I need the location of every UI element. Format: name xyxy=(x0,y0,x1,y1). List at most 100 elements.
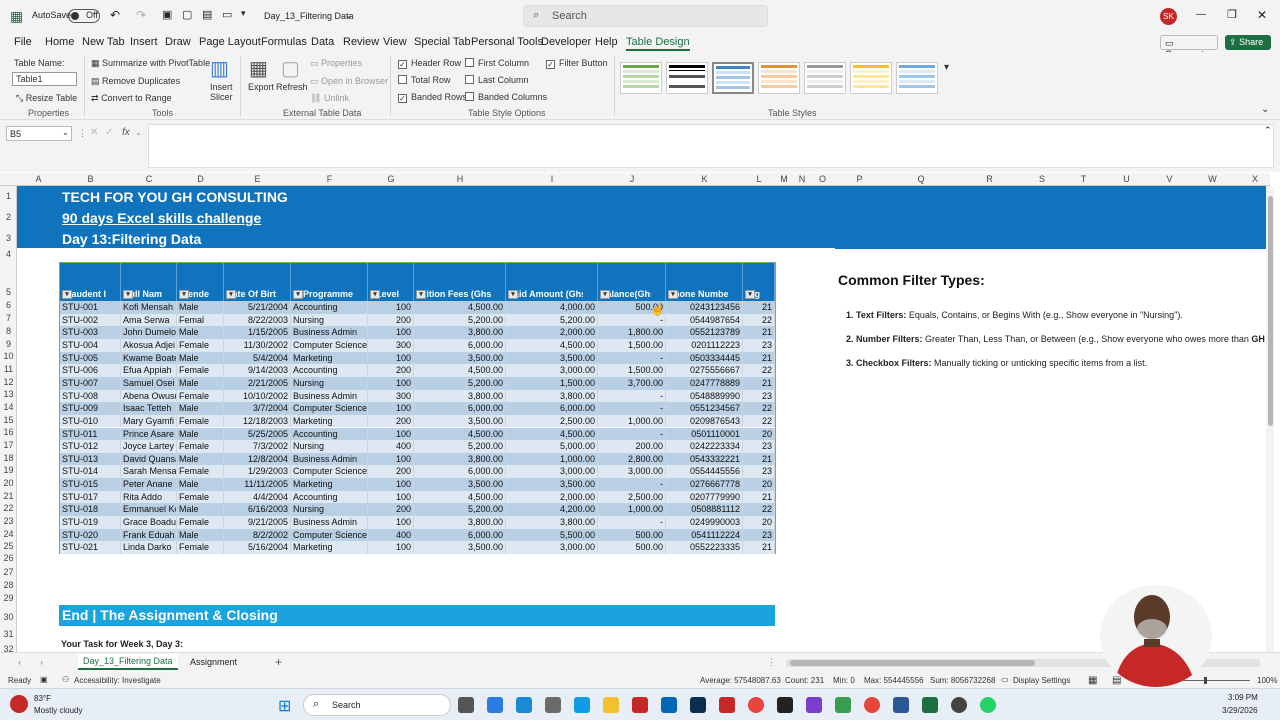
menu-table-design[interactable]: Table Design xyxy=(626,36,690,51)
table-cell[interactable]: Abena Owusu xyxy=(121,389,177,403)
table-cell[interactable]: Grace Boadu xyxy=(121,516,177,529)
table-cell[interactable]: 5,200.00 xyxy=(414,313,506,327)
table-row[interactable]: STU-013 David Quansa Male 12/8/2004 Business… xyxy=(60,452,775,466)
table-cell[interactable]: 1,500.00 xyxy=(506,376,598,390)
unlink-button[interactable]: ⛓ Unlink xyxy=(310,93,349,104)
table-cell[interactable]: 1/15/2005 xyxy=(224,326,291,339)
table-cell[interactable]: 0552223335 xyxy=(666,541,743,554)
table-cell[interactable]: 200 xyxy=(368,313,414,327)
table-cell[interactable]: 0552123789 xyxy=(666,326,743,339)
table-cell[interactable]: Male xyxy=(177,326,224,339)
table-cell[interactable]: 4,500.00 xyxy=(414,364,506,377)
refresh-button[interactable]: Refresh xyxy=(276,82,308,92)
search-input[interactable]: ⌕ Search xyxy=(523,5,768,27)
table-cell[interactable]: STU-006 xyxy=(60,364,121,377)
table-header-cell[interactable]: Programme ▾ xyxy=(291,263,368,301)
table-cell[interactable]: STU-010 xyxy=(60,414,121,428)
whatsapp-icon[interactable] xyxy=(980,697,996,713)
table-style-orange[interactable] xyxy=(758,62,800,94)
column-header-k[interactable]: K xyxy=(666,174,743,184)
table-cell[interactable]: Nursing xyxy=(291,376,368,390)
table-cell[interactable]: Nursing xyxy=(291,313,368,327)
table-cell[interactable]: 5/4/2004 xyxy=(224,351,291,365)
column-header-d[interactable]: D xyxy=(177,174,224,184)
row-header-8[interactable]: 8 xyxy=(0,326,17,336)
table-cell[interactable]: Accounting xyxy=(291,364,368,377)
table-cell[interactable]: Isaac Tetteh xyxy=(121,402,177,415)
table-cell[interactable]: 12/18/2003 xyxy=(224,414,291,428)
table-cell[interactable]: 5/21/2004 xyxy=(224,301,291,314)
table-cell[interactable]: 3,500.00 xyxy=(506,351,598,365)
table-cell[interactable]: 3,000.00 xyxy=(506,364,598,377)
table-cell[interactable]: Efua Appiah xyxy=(121,364,177,377)
table-cell[interactable]: Female xyxy=(177,465,224,479)
table-cell[interactable]: Peter Anane xyxy=(121,478,177,491)
table-cell[interactable]: 9/21/2005 xyxy=(224,516,291,529)
menu-review[interactable]: Review xyxy=(343,36,379,48)
table-cell[interactable]: Accounting xyxy=(291,427,368,441)
table-cell[interactable]: 21 xyxy=(743,326,775,339)
table-cell[interactable]: 0554445556 xyxy=(666,465,743,479)
table-header-cell[interactable]: Tuition Fees (Ghs ▾ xyxy=(414,263,506,301)
column-header-g[interactable]: G xyxy=(368,174,414,184)
app-icon[interactable] xyxy=(806,697,822,713)
total-row-checkbox[interactable]: Total Row xyxy=(398,75,451,85)
chevron-right-icon[interactable]: › xyxy=(40,657,43,667)
table-cell[interactable]: 7/3/2002 xyxy=(224,440,291,453)
clock-date[interactable]: 3/29/2026 xyxy=(1222,706,1258,715)
properties-button[interactable]: ▭ Properties xyxy=(310,58,362,69)
table-cell[interactable]: 22 xyxy=(743,503,775,517)
table-cell[interactable]: 3,500.00 xyxy=(414,541,506,554)
table-cell[interactable]: STU-003 xyxy=(60,326,121,339)
edge-icon[interactable] xyxy=(516,697,532,713)
minimize-icon[interactable]: — xyxy=(1196,9,1206,20)
table-cell[interactable]: STU-002 xyxy=(60,313,121,327)
table-cell[interactable]: Marketing xyxy=(291,541,368,554)
table-cell[interactable]: 0551234567 xyxy=(666,402,743,415)
column-header-i[interactable]: I xyxy=(506,174,598,184)
table-cell[interactable]: 0548889990 xyxy=(666,389,743,403)
share-button[interactable]: ⇪ Share xyxy=(1225,35,1271,50)
table-cell[interactable]: STU-020 xyxy=(60,528,121,542)
row-header-26[interactable]: 26 xyxy=(0,553,17,563)
pdf-icon[interactable]: ▤ xyxy=(202,8,212,21)
insert-function-button[interactable]: fx xyxy=(122,127,130,138)
row-header-6[interactable]: 6 xyxy=(0,300,17,310)
table-cell[interactable]: Samuel Osei xyxy=(121,376,177,390)
table-cell[interactable]: 1,000.00 xyxy=(598,503,666,517)
table-cell[interactable]: Female xyxy=(177,414,224,428)
table-cell[interactable]: 200 xyxy=(368,414,414,428)
table-cell[interactable]: 400 xyxy=(368,528,414,542)
table-cell[interactable]: Femal xyxy=(177,313,224,327)
table-cell[interactable]: 100 xyxy=(368,376,414,390)
table-row[interactable]: STU-014 Sarah Mensah Female 1/29/2003 Comput… xyxy=(60,465,775,479)
resize-table-button[interactable]: ⤡ Resize Table xyxy=(16,93,77,104)
table-cell[interactable]: 200.00 xyxy=(598,440,666,453)
row-header-29[interactable]: 29 xyxy=(0,593,17,603)
table-cell[interactable]: 100 xyxy=(368,452,414,466)
sheet-tab-assignment[interactable]: Assignment xyxy=(190,657,237,667)
row-header-14[interactable]: 14 xyxy=(0,402,17,412)
table-cell[interactable]: 1,500.00 xyxy=(598,364,666,377)
weather-icon[interactable] xyxy=(10,695,28,713)
table-row[interactable]: STU-006 Efua Appiah Female 9/14/2003 Account… xyxy=(60,364,775,377)
table-cell[interactable]: Computer Science xyxy=(291,528,368,542)
table-style-lightblue[interactable] xyxy=(896,62,938,94)
table-row[interactable]: STU-004 Akosua Adjei Female 11/30/2002 Compu… xyxy=(60,338,775,352)
table-cell[interactable]: 6,000.00 xyxy=(414,338,506,352)
table-cell[interactable]: 5/25/2005 xyxy=(224,427,291,441)
table-cell[interactable]: 5,500.00 xyxy=(506,528,598,542)
table-row[interactable]: STU-009 Isaac Tetteh Male 3/7/2004 Computer … xyxy=(60,402,775,415)
table-cell[interactable]: Accounting xyxy=(291,301,368,314)
table-cell[interactable]: David Quansa xyxy=(121,452,177,466)
vertical-scrollbar[interactable] xyxy=(1266,186,1274,652)
open-folder-icon[interactable]: ▭ xyxy=(222,8,232,21)
table-cell[interactable]: 5,200.00 xyxy=(506,313,598,327)
table-cell[interactable]: Female xyxy=(177,364,224,377)
table-row[interactable]: STU-007 Samuel Osei Male 2/21/2005 Nursing 10… xyxy=(60,376,775,390)
column-header-v[interactable]: V xyxy=(1148,174,1191,184)
app-icon[interactable] xyxy=(835,697,851,713)
table-cell[interactable]: 100 xyxy=(368,326,414,339)
table-cell[interactable]: 100 xyxy=(368,402,414,415)
table-cell[interactable]: 100 xyxy=(368,490,414,504)
